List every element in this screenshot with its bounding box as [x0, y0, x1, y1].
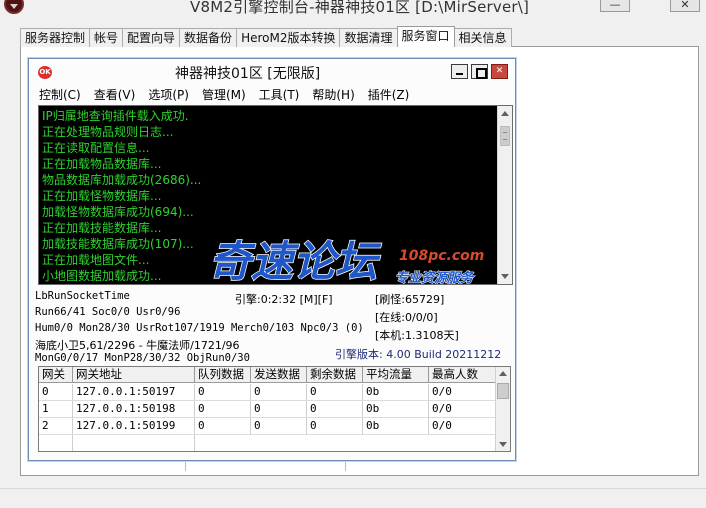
outer-title-bar: V8M2引擎控制台-神器神技01区 [D:\MirServer\] — ✕	[0, 0, 706, 18]
tab-service-window[interactable]: 服务窗口	[396, 26, 455, 47]
log-line: 小地图数据加载成功...	[42, 269, 162, 283]
minimize-icon: —	[609, 0, 621, 11]
engine-uptime: 引擎:0:2:32 [M][F]	[235, 293, 333, 306]
cell: 0b	[363, 418, 429, 434]
tab-account[interactable]: 帐号	[89, 28, 124, 47]
menu-plugins[interactable]: 插件(Z)	[368, 85, 410, 105]
server-close-button[interactable]: ✕	[491, 64, 508, 79]
column-header[interactable]: 网关地址	[73, 367, 195, 382]
server-minimize-button[interactable]	[451, 64, 468, 79]
tab-related-info[interactable]: 相关信息	[453, 28, 512, 47]
cell: 0	[251, 384, 307, 400]
cell	[39, 435, 73, 451]
menu-help[interactable]: 帮助(H)	[312, 85, 354, 105]
scroll-thumb[interactable]	[500, 126, 510, 146]
scroll-down-arrow-icon[interactable]	[499, 442, 507, 447]
column-header[interactable]: 平均流量	[363, 367, 429, 382]
cell: 0	[39, 384, 73, 400]
server-maximize-button[interactable]	[471, 64, 488, 79]
tab-server-control[interactable]: 服务器控制	[20, 28, 91, 47]
cell: 2	[39, 418, 73, 434]
menu-manage[interactable]: 管理(M)	[202, 85, 246, 105]
cell: 0	[307, 401, 363, 417]
server-menu-bar: 控制(C) 查看(V) 选项(P) 管理(M) 工具(T) 帮助(H) 插件(Z…	[29, 85, 515, 105]
server-window-title-bar: OK 神器神技01区 [无限版] ✕	[29, 59, 515, 85]
menu-control[interactable]: 控制(C)	[39, 85, 81, 105]
scroll-up-arrow-icon[interactable]	[501, 111, 509, 116]
scroll-up-arrow-icon[interactable]	[499, 371, 507, 376]
log-line: IP归属地查询插件载入成功.	[42, 109, 189, 123]
cell: 0b	[363, 384, 429, 400]
cell: 0	[307, 384, 363, 400]
scroll-down-arrow-icon[interactable]	[501, 274, 509, 279]
table-row[interactable]: 0 127.0.0.1:50197 0 0 0 0b 0/0	[39, 384, 497, 401]
cell: 1	[39, 401, 73, 417]
column-header[interactable]: 网关	[39, 367, 73, 382]
table-row-empty	[39, 435, 497, 451]
table-scrollbar[interactable]	[495, 367, 510, 451]
log-scrollbar[interactable]	[497, 106, 512, 284]
column-header[interactable]: 剩余数据	[307, 367, 363, 382]
cell: 0b	[363, 401, 429, 417]
log-line: 正在读取配置信息...	[42, 141, 150, 155]
socket-status: LbRunSocketTime	[35, 290, 130, 302]
engine-version: 引擎版本: 4.00 Build 20211212	[335, 348, 502, 361]
cell: 0/0	[429, 418, 497, 434]
run-status: Run66/41 Soc0/0 Usr0/96	[35, 306, 181, 318]
cell: 0	[195, 401, 251, 417]
cell: 127.0.0.1:50199	[73, 418, 195, 434]
guard-status: 海底小卫5,61/2296 - 牛魔法师/1721/96	[35, 339, 240, 352]
gateway-table: 网关 网关地址 队列数据 发送数据 剩余数据 平均流量 最高人数 0 127.0…	[38, 366, 511, 452]
log-line: 正在加载物品数据库...	[42, 157, 162, 171]
column-header[interactable]: 发送数据	[251, 367, 307, 382]
log-line: 正在处理物品规则日志...	[42, 125, 174, 139]
monster-count: [刷怪:65729]	[375, 293, 445, 306]
cell: 0/0	[429, 384, 497, 400]
cell: 0	[251, 418, 307, 434]
main-tab-strip: 服务器控制 帐号 配置向导 数据备份 HeroM2版本转换 数据清理 服务窗口 …	[20, 26, 512, 47]
tab-data-cleanup[interactable]: 数据清理	[339, 28, 398, 47]
cell: 127.0.0.1:50198	[73, 401, 195, 417]
menu-options[interactable]: 选项(P)	[148, 85, 189, 105]
server-window: OK 神器神技01区 [无限版] ✕ 控制(C) 查看(V) 选项(P) 管理(…	[28, 58, 516, 461]
tab-herom2-convert[interactable]: HeroM2版本转换	[236, 28, 341, 47]
local-uptime: [本机:1.3108天]	[375, 329, 459, 342]
log-line: 加载技能数据库成功(107)...	[42, 237, 194, 251]
menu-tools[interactable]: 工具(T)	[259, 85, 300, 105]
log-line: 物品数据库加载成功(2686)...	[42, 173, 202, 187]
hum-status: Hum0/0 Mon28/30 UsrRot107/1919 Merch0/10…	[35, 322, 364, 334]
log-line: 加载怪物数据库成功(694)...	[42, 205, 194, 219]
online-count: [在线:0/0/0]	[375, 311, 438, 324]
server-window-title: 神器神技01区 [无限版]	[175, 66, 321, 82]
cell: 0	[307, 418, 363, 434]
menu-view[interactable]: 查看(V)	[94, 85, 136, 105]
table-row[interactable]: 2 127.0.0.1:50199 0 0 0 0b 0/0	[39, 418, 497, 435]
column-header[interactable]: 队列数据	[195, 367, 251, 382]
cell: 0/0	[429, 401, 497, 417]
column-header[interactable]: 最高人数	[429, 367, 497, 382]
table-header: 网关 网关地址 队列数据 发送数据 剩余数据 平均流量 最高人数	[39, 367, 497, 383]
log-console[interactable]: IP归属地查询插件载入成功. 正在处理物品规则日志... 正在读取配置信息...…	[38, 105, 513, 285]
tab-data-backup[interactable]: 数据备份	[179, 28, 238, 47]
cell: 127.0.0.1:50197	[73, 384, 195, 400]
app-logo-icon	[4, 0, 24, 14]
log-line: 正在加载怪物数据库...	[42, 189, 162, 203]
tab-config-wizard[interactable]: 配置向导	[122, 28, 181, 47]
mon-status: MonG0/0/17 MonP28/30/32 ObjRun0/30	[35, 352, 250, 364]
cell: 0	[251, 401, 307, 417]
outer-status-strip	[0, 488, 706, 508]
outer-close-button[interactable]: ✕	[670, 0, 700, 12]
log-line: 正在加载地图文件...	[42, 253, 150, 267]
close-icon: ✕	[495, 66, 504, 76]
cell: 0	[195, 418, 251, 434]
outer-window-title: V8M2引擎控制台-神器神技01区 [D:\MirServer\]	[190, 0, 530, 16]
server-app-icon: OK	[38, 66, 52, 79]
table-row[interactable]: 1 127.0.0.1:50198 0 0 0 0b 0/0	[39, 401, 497, 418]
cell	[73, 435, 195, 451]
outer-minimize-button[interactable]: —	[600, 0, 630, 12]
scroll-thumb[interactable]	[497, 383, 509, 399]
close-icon: ✕	[680, 0, 690, 11]
log-line: 正在加载技能数据库...	[42, 221, 162, 235]
cell: 0	[195, 384, 251, 400]
